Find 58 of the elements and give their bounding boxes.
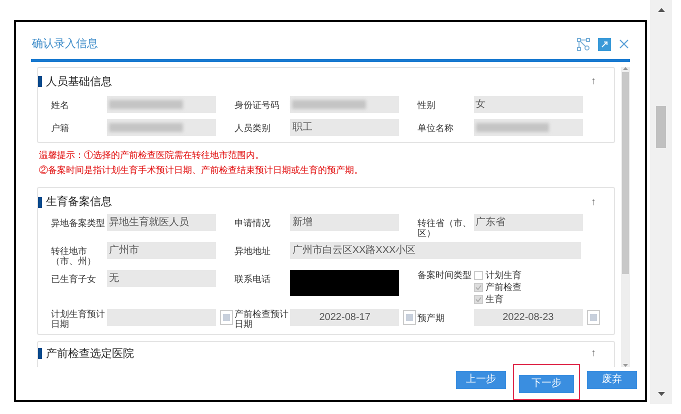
scroll-up-icon[interactable] [658, 8, 664, 12]
calendar-icon[interactable] [220, 310, 233, 324]
scroll-thumb[interactable] [656, 106, 666, 148]
warning-text: ②备案时间是指计划生育手术预计日期、产前检查结束预计日期或生育的预产期。 [39, 164, 364, 176]
date-field[interactable]: 2022-08-17 [290, 308, 400, 326]
scroll-thumb[interactable] [622, 72, 629, 274]
field-value: 无 [107, 270, 216, 286]
checkbox-label: 生育 [486, 294, 504, 304]
field-label: 姓名 [51, 100, 70, 110]
scroll-down-icon[interactable] [658, 392, 664, 396]
field-value: 异地生育就医人员 [107, 214, 216, 230]
collapse-toggle[interactable]: ↑ [591, 194, 596, 210]
checkbox-label: 产前检查 [486, 282, 522, 292]
node-graph-icon[interactable] [577, 38, 590, 51]
close-icon[interactable] [619, 39, 629, 50]
field-label: 人员类别 [234, 123, 272, 133]
field-label: 备案时间类型 [418, 270, 473, 280]
field-label: 申请情况 [234, 218, 272, 228]
checkbox-label: 计划生育 [486, 270, 522, 280]
field-value: 广州市白云区XX路XXX小区 [290, 242, 581, 258]
field-label: 异地备案类型 [51, 218, 106, 228]
field-label: 预产期 [418, 312, 446, 322]
section-title: 人员基础信息 [46, 74, 112, 90]
collapse-toggle[interactable]: ↑ [591, 74, 596, 90]
field-label: 产前检查预计日期 [234, 308, 290, 328]
calendar-icon[interactable] [586, 310, 600, 324]
scroll-up-icon[interactable] [623, 66, 628, 70]
scrollbar[interactable] [621, 66, 630, 366]
dialog-button[interactable]: 上一步 [456, 370, 506, 388]
section-title: 生育备案信息 [46, 194, 112, 210]
field-value: 广东省 [474, 214, 583, 230]
page-scrollbar[interactable] [650, 0, 672, 404]
dialog-button[interactable]: 废弃 [587, 370, 637, 388]
field-label: 联系电话 [234, 274, 272, 284]
checkbox[interactable] [474, 270, 483, 280]
checkbox[interactable] [474, 282, 483, 292]
checkbox[interactable] [474, 294, 483, 304]
section-title: 产前检查选定医院 [46, 346, 134, 362]
field-label: 身份证号码 [234, 100, 280, 110]
field-label: 异地地址 [234, 246, 272, 256]
dialog-title: 确认录入信息 [32, 37, 98, 52]
field-label: 性别 [418, 100, 437, 110]
field-label: 已生育子女 [51, 274, 97, 284]
field-value: 广州市 [107, 242, 216, 258]
field-label: 户籍 [51, 123, 70, 133]
collapse-toggle[interactable]: ↑ [591, 346, 596, 362]
field-label: 计划生育预计日期 [51, 308, 106, 328]
field-value: 新增 [290, 214, 400, 230]
field-label: 转往省（市、区） [418, 218, 473, 238]
field-value: 女 [474, 96, 583, 113]
field-label: 转往地市（市、州） [51, 246, 97, 266]
date-field[interactable]: 2022-08-23 [474, 308, 583, 326]
dialog-button[interactable]: 下一步 [519, 374, 574, 392]
warning-text: 温馨提示：①选择的产前检查医院需在转往地市范围内。 [39, 149, 265, 162]
popout-icon[interactable] [598, 38, 611, 51]
calendar-icon[interactable] [403, 310, 416, 324]
field-label: 单位名称 [418, 123, 455, 133]
field-value: 职工 [290, 119, 400, 136]
